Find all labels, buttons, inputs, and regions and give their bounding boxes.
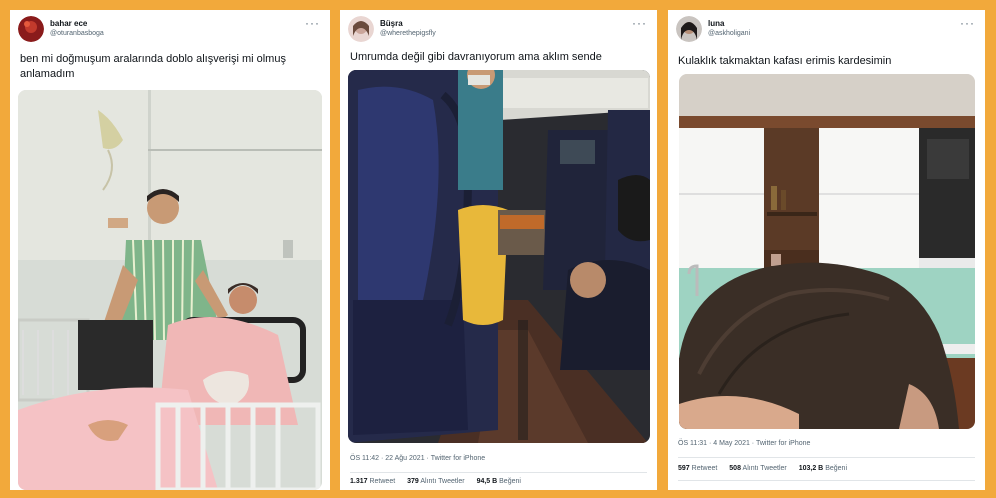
tweet-card[interactable]: luna @askholigani ··· Kulaklık takmaktan… (668, 10, 985, 490)
likes-label: Beğeni (499, 478, 521, 485)
avatar[interactable] (18, 16, 44, 42)
display-name[interactable]: luna (708, 19, 724, 28)
quotes-count: 508 (729, 465, 741, 472)
user-handle[interactable]: @oturanbasboga (50, 30, 104, 37)
more-options-icon[interactable]: ··· (960, 16, 975, 30)
tweet-header: bahar ece @oturanbasboga ··· (18, 16, 322, 46)
tweet-photo[interactable] (18, 90, 322, 490)
retweets-count: 1.317 (350, 478, 368, 485)
tweet-card[interactable]: Büşra @wherethepigsfly ··· Umrumda değil… (340, 10, 657, 490)
likes-stat[interactable]: 103,2 B Beğeni (799, 465, 847, 472)
more-options-icon[interactable]: ··· (305, 16, 320, 30)
divider (350, 472, 647, 473)
more-options-icon[interactable]: ··· (632, 16, 647, 30)
display-name[interactable]: Büşra (380, 19, 403, 28)
avatar[interactable] (676, 16, 702, 42)
tweet-text: ben mi doğmuşum aralarında doblo alışver… (20, 53, 286, 80)
retweets-label: Retweet (369, 478, 396, 485)
tweet-timestamp[interactable]: ÖS 11:31 · 4 May 2021 · Twitter for iPho… (678, 440, 810, 447)
tweet-card[interactable]: bahar ece @oturanbasboga ··· ben mi doğm… (10, 10, 330, 490)
likes-label: Beğeni (825, 465, 847, 472)
tweet-timestamp[interactable]: ÖS 11:42 · 22 Ağu 2021 · Twitter for iPh… (350, 455, 485, 462)
quotes-count: 379 (407, 478, 419, 485)
tweet-stats: 597 Retweet 508 Alıntı Tweetler 103,2 B … (678, 465, 857, 472)
quotes-label: Alıntı Tweetler (742, 465, 787, 472)
user-handle[interactable]: @askholigani (708, 30, 750, 37)
likes-count: 94,5 B (476, 478, 498, 485)
divider (678, 457, 975, 458)
retweets-label: Retweet (691, 465, 718, 472)
tweet-text: Kulaklık takmaktan kafası erimis kardesi… (678, 55, 892, 67)
user-handle[interactable]: @wherethepigsfly (380, 30, 436, 37)
tweet-header: Büşra @wherethepigsfly ··· (348, 16, 649, 46)
quotes-label: Alıntı Tweetler (420, 478, 465, 485)
display-name[interactable]: bahar ece (50, 19, 87, 28)
tweet-text: Umrumda değil gibi davranıyorum ama aklı… (350, 51, 602, 63)
tweet-header: luna @askholigani ··· (676, 16, 977, 46)
retweets-stat[interactable]: 597 Retweet (678, 465, 717, 472)
retweets-stat[interactable]: 1.317 Retweet (350, 478, 395, 485)
quotes-stat[interactable]: 508 Alıntı Tweetler (729, 465, 786, 472)
quotes-stat[interactable]: 379 Alıntı Tweetler (407, 478, 464, 485)
tweet-photo[interactable] (348, 70, 650, 443)
tweet-stats: 1.317 Retweet 379 Alıntı Tweetler 94,5 B… (350, 478, 531, 485)
retweets-count: 597 (678, 465, 690, 472)
likes-stat[interactable]: 94,5 B Beğeni (477, 478, 521, 485)
avatar[interactable] (348, 16, 374, 42)
likes-count: 103,2 B (798, 465, 824, 472)
divider (678, 480, 975, 481)
tweet-photo[interactable] (679, 74, 975, 429)
